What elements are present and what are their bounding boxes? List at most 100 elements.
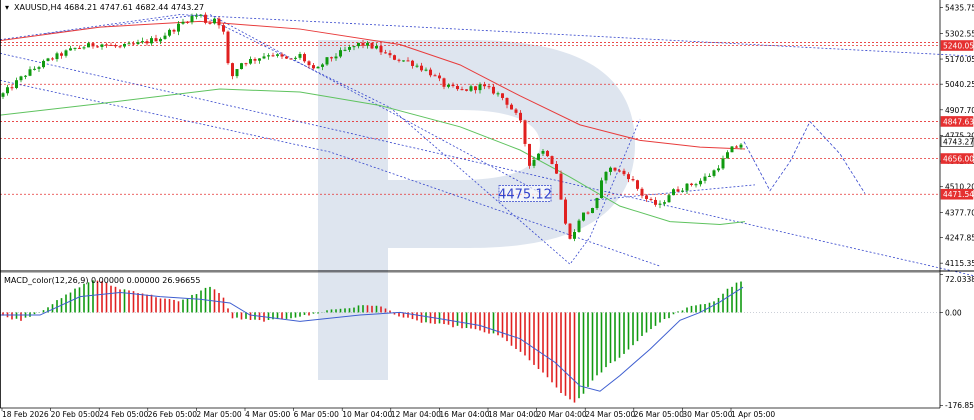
time-tick-label-13: 26 Mar 05:00 (634, 410, 684, 419)
price-badge-label-0: 5240.05 (943, 42, 974, 51)
price-tick-label-1: 5302.55 (945, 29, 974, 38)
candle-body-34 (154, 38, 158, 42)
candle-body-120 (541, 150, 545, 154)
price-annotation: 4475.12 (498, 185, 552, 203)
candle-body-47 (213, 18, 216, 24)
candle-body-65 (294, 57, 297, 59)
candle-body-121 (546, 150, 549, 157)
price-badge-label-4: 4471.54 (943, 190, 974, 199)
dropdown-triangle-icon[interactable]: ▾ (5, 3, 9, 12)
candle-body-3 (15, 80, 18, 89)
candle-body-0 (1, 93, 5, 97)
candle-body-107 (483, 84, 486, 87)
candle-body-119 (537, 153, 540, 160)
candle-body-164 (739, 144, 743, 148)
time-tick-label-15: 1 Apr 05:00 (731, 410, 775, 419)
candle-body-62 (280, 54, 284, 57)
time-axis: 18 Feb 2026 20 Feb 05:00 24 Feb 05:00 26 Fe… (1, 408, 775, 419)
price-tick-label-10: 4115.35 (945, 259, 974, 268)
candle-body-38 (172, 29, 176, 32)
price-badge-label-2: 4743.27 (943, 138, 974, 147)
candle-body-11 (51, 58, 54, 60)
time-tick-label-6: 6 Mar 05:00 (294, 410, 340, 419)
candle-body-113 (510, 104, 513, 110)
macd-label: MACD_color(12,26,9) 0.00000 0.00000 26.9… (4, 276, 200, 285)
candle-body-132 (595, 198, 599, 209)
candle-body-21 (96, 46, 99, 48)
candle-body-135 (609, 167, 612, 172)
candle-body-19 (87, 43, 90, 48)
candle-body-7 (33, 68, 36, 70)
candle-body-28 (127, 43, 131, 45)
candle-body-104 (469, 86, 473, 91)
candle-body-154 (694, 184, 698, 186)
candle-body-98 (442, 78, 446, 87)
time-tick-label-4: 2 Mar 05:00 (196, 410, 242, 419)
candle-body-112 (505, 97, 509, 105)
candle-body-96 (433, 75, 437, 77)
candle-body-40 (181, 21, 185, 24)
candle-body-152 (685, 183, 689, 191)
candle-body-116 (523, 120, 527, 144)
candle-body-84 (379, 46, 383, 53)
time-tick-label-14: 30 Mar 05:00 (682, 410, 732, 419)
price-tick-label-8: 4377.70 (945, 208, 974, 217)
candle-body-79 (357, 42, 360, 47)
price-tick-label-4: 4907.70 (945, 106, 974, 115)
candle-body-111 (501, 93, 504, 98)
candle-body-160 (721, 158, 725, 169)
candle-body-102 (460, 89, 464, 91)
candle-body-124 (559, 173, 563, 200)
candle-body-36 (163, 35, 167, 39)
candle-body-57 (258, 58, 261, 61)
candle-body-49 (222, 25, 225, 32)
candle-body-134 (604, 171, 608, 181)
candle-body-35 (159, 38, 162, 42)
candle-body-27 (123, 43, 126, 47)
candle-body-32 (145, 41, 149, 44)
candle-body-122 (550, 156, 554, 164)
candle-body-29 (132, 43, 135, 45)
candle-body-87 (393, 55, 396, 60)
candle-body-117 (528, 143, 531, 166)
candle-body-101 (456, 85, 459, 90)
candle-body-17 (78, 47, 81, 49)
candle-body-43 (195, 15, 198, 17)
candle-body-95 (429, 69, 432, 76)
time-tick-label-10: 18 Mar 04:00 (488, 410, 538, 419)
candle-body-151 (681, 190, 684, 192)
candle-body-127 (573, 231, 576, 239)
candle-body-149 (672, 189, 675, 196)
candle-body-20 (91, 43, 95, 47)
candle-body-100 (451, 84, 455, 86)
candle-body-8 (37, 67, 41, 69)
candle-body-148 (667, 195, 671, 203)
macd-tick-label-0: 72.03388 (945, 275, 974, 284)
candle-body-142 (640, 188, 644, 196)
candle-body-94 (424, 69, 428, 71)
candle-body-80 (361, 42, 365, 46)
candle-body-25 (114, 45, 117, 47)
candle-body-115 (519, 112, 522, 121)
candle-body-41 (186, 21, 189, 23)
candle-body-136 (613, 167, 617, 171)
candle-body-159 (717, 168, 720, 171)
candle-body-78 (352, 46, 356, 48)
chart-svg[interactable]: 4475.12 5435.75 5302.55 5170.05 5040.25 4907… (0, 0, 974, 420)
candle-body-26 (118, 46, 122, 48)
candle-body-15 (69, 48, 72, 51)
price-badge-label-3: 4656.00 (943, 155, 974, 164)
forecast-line (743, 120, 866, 194)
candle-body-158 (712, 170, 716, 176)
candle-body-83 (375, 46, 378, 49)
candle-body-106 (478, 84, 482, 91)
candle-body-22 (100, 44, 104, 47)
price-tick-label-2: 5170.05 (945, 55, 974, 64)
candle-body-14 (64, 50, 68, 56)
price-badge-label-1: 4847.63 (943, 117, 974, 126)
candle-body-39 (177, 23, 180, 32)
candle-body-85 (384, 52, 387, 54)
candle-body-31 (141, 41, 144, 43)
candle-body-90 (406, 60, 410, 62)
candle-body-69 (312, 65, 315, 69)
